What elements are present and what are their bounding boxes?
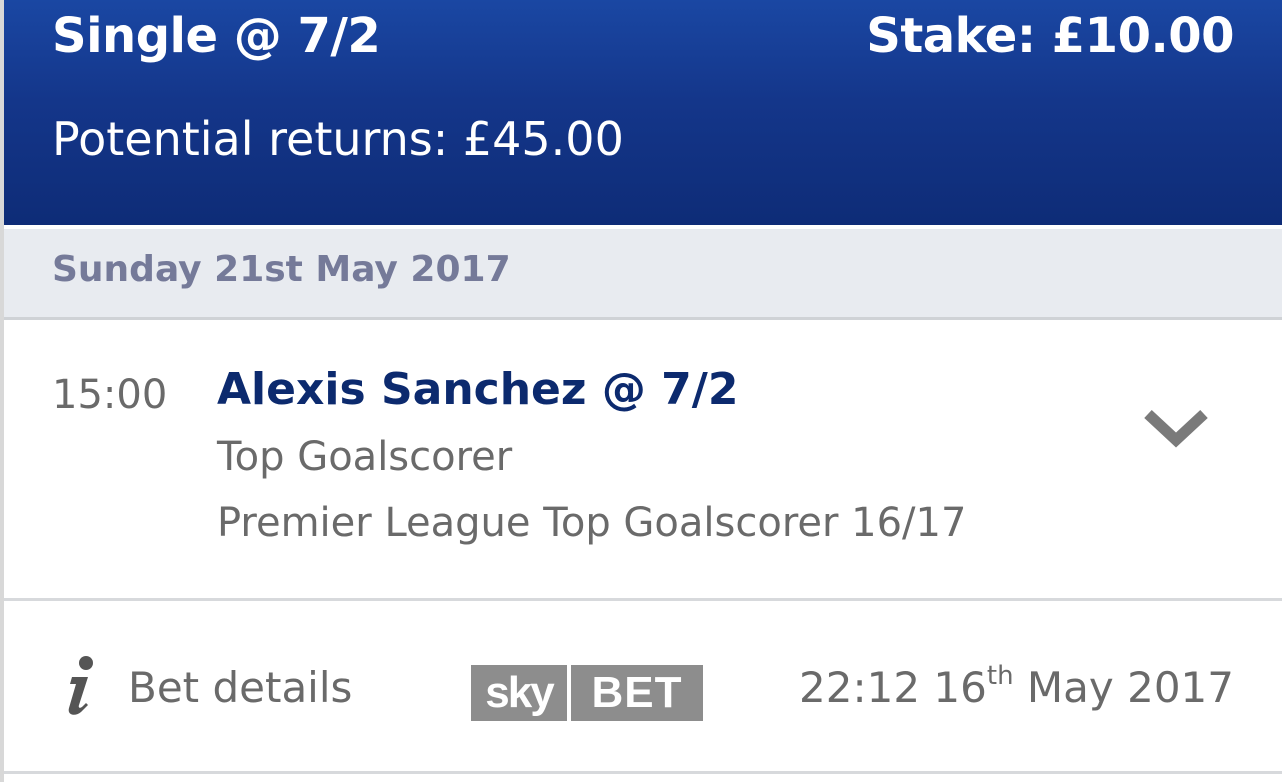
selection-market: Top Goalscorer [217,434,513,480]
bet-receipt: Single @ 7/2 Stake: £10.00 Potential ret… [0,0,1282,782]
bet-type: Single @ 7/2 [52,8,381,64]
event-date: Sunday 21st May 2017 [52,249,511,290]
bet-header: Single @ 7/2 Stake: £10.00 Potential ret… [4,0,1282,225]
selection-title: Alexis Sanchez @ 7/2 [217,364,739,415]
selection-event: Premier League Top Goalscorer 16/17 [217,500,967,546]
selection-row[interactable]: 15:00 Alexis Sanchez @ 7/2 Top Goalscore… [4,320,1282,601]
chevron-down-icon[interactable] [1142,406,1210,450]
bet-placed-time: 22:12 16th May 2017 [799,663,1234,712]
bet-footer: Bet details sky BET 22:12 16th May 2017 [4,601,1282,774]
placed-time: 22:12 16 [799,663,987,712]
potential-returns: Potential returns: £45.00 [52,112,624,166]
selection-time: 15:00 [52,372,168,418]
skybet-logo: sky BET [471,665,703,721]
stake-amount: Stake: £10.00 [866,8,1234,64]
placed-month-year: May 2017 [1013,663,1234,712]
logo-sky-text: sky [471,665,567,721]
placed-ordinal: th [986,661,1014,691]
bet-details-link[interactable]: Bet details [128,663,352,712]
event-date-bar: Sunday 21st May 2017 [4,229,1282,320]
info-icon[interactable] [64,655,98,715]
logo-bet-text: BET [571,665,703,721]
